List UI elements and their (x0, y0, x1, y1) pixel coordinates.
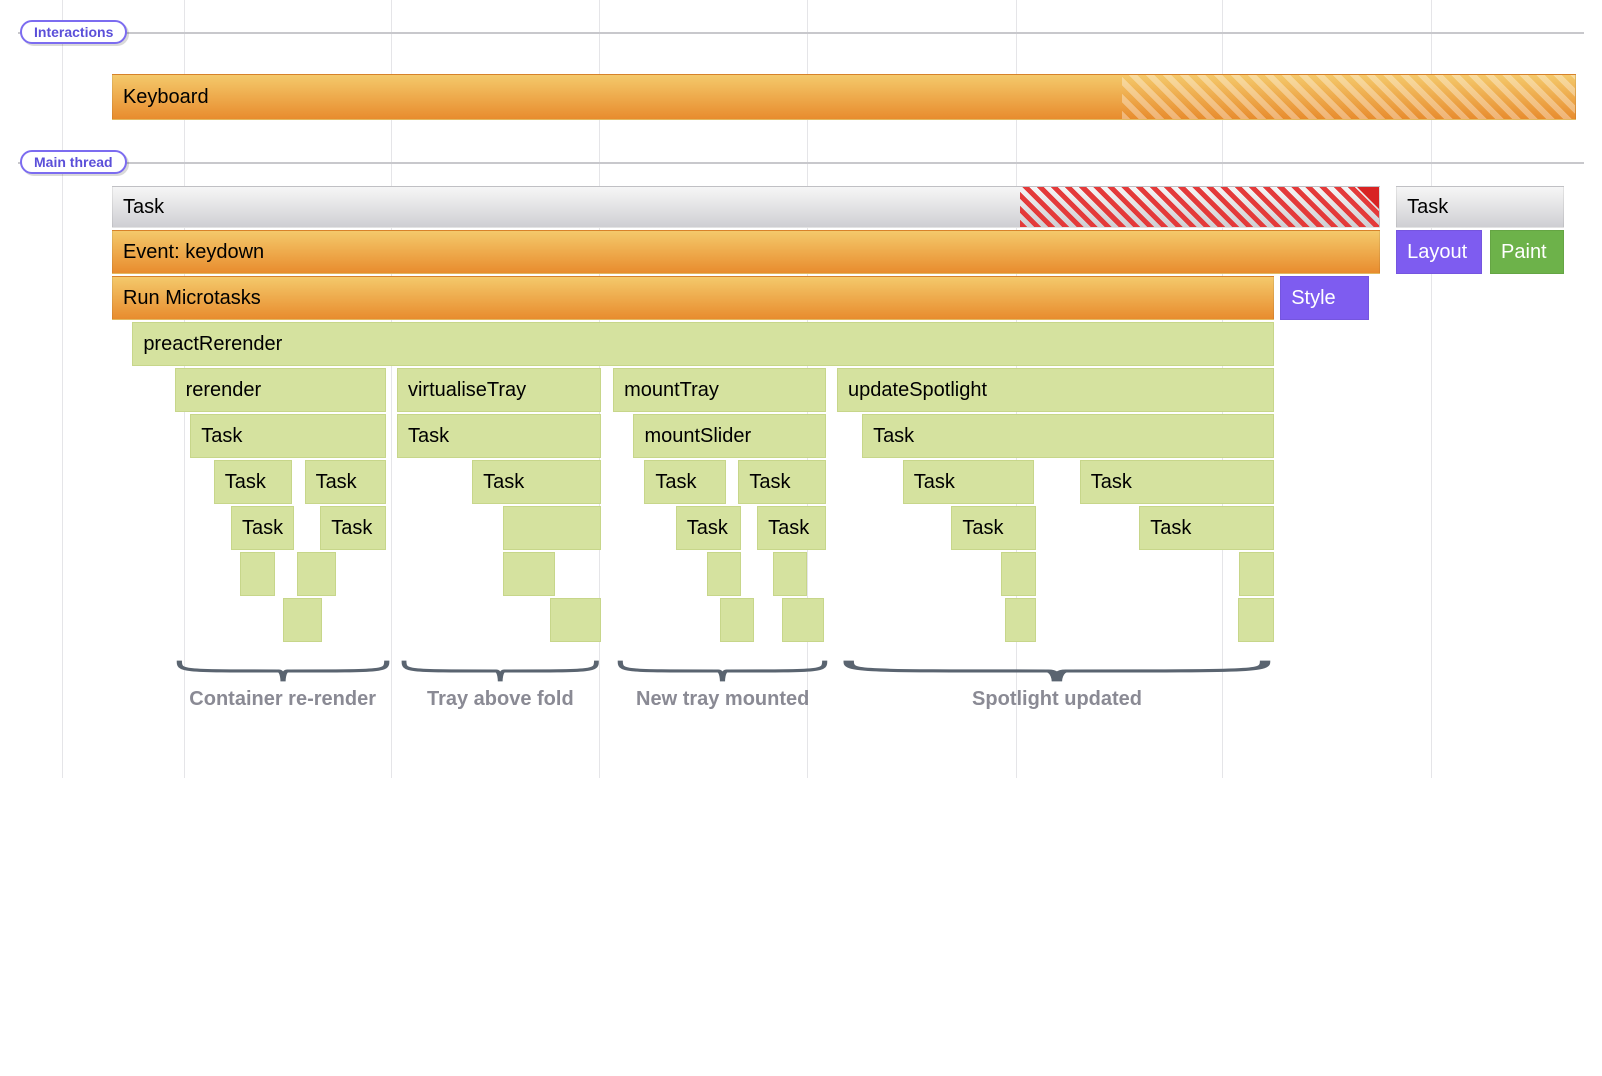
flame-bar-task-m2a[interactable]: Task (644, 460, 725, 504)
flame-bar-mount-tray[interactable]: mountTray (613, 368, 826, 412)
flame-bar-label: Task (201, 425, 242, 448)
flame-bar-label: Run Microtasks (123, 287, 261, 310)
flame-bar-blk-r4b[interactable] (297, 552, 336, 596)
flame-bar-task-m3b[interactable]: Task (757, 506, 826, 550)
flame-bar-task-v3[interactable] (503, 506, 600, 550)
flame-bar-label: Event: keydown (123, 241, 264, 264)
flame-bar-label: Task (914, 471, 955, 494)
keyboard-bar-hatched (1122, 75, 1576, 119)
flame-bar-label: preactRerender (143, 333, 282, 356)
flame-bar-label: Task (316, 471, 357, 494)
interactions-pill: Interactions (20, 20, 127, 44)
caption-container-rerender: Container re-render (189, 688, 376, 711)
flame-bar-task-m3a[interactable]: Task (676, 506, 742, 550)
flame-bar-task-r3a[interactable]: Task (231, 506, 294, 550)
flame-bar-microtasks[interactable]: Run Microtasks (112, 276, 1274, 320)
flame-bar-rerender[interactable]: rerender (175, 368, 386, 412)
flame-bar-mount-slider[interactable]: mountSlider (633, 414, 826, 458)
brace-spotlight-updated (840, 658, 1274, 689)
caption-spotlight-updated: Spotlight updated (972, 688, 1142, 711)
flame-bar-paint[interactable]: Paint (1490, 230, 1564, 274)
flame-bar-task-s3b[interactable]: Task (1139, 506, 1274, 550)
caption-new-tray-mounted: New tray mounted (636, 688, 809, 711)
flame-bar-blk-v5[interactable] (550, 598, 600, 642)
main-thread-pill: Main thread (20, 150, 127, 174)
brace-new-tray-mounted (616, 658, 829, 689)
keyboard-interaction-bar[interactable]: Keyboard (112, 74, 1576, 120)
flame-bar-label: Paint (1501, 241, 1547, 264)
main-thread-rule (18, 162, 1584, 164)
flame-bar-blk-s5a[interactable] (1005, 598, 1036, 642)
flame-bar-task-r3b[interactable]: Task (320, 506, 386, 550)
keyboard-bar-label: Keyboard (123, 86, 209, 109)
flame-bar-blk-v4[interactable] (503, 552, 555, 596)
flame-bar-label: mountSlider (644, 425, 751, 448)
flame-bar-label: Task (242, 517, 283, 540)
flame-bar-label: Task (873, 425, 914, 448)
flame-bar-task-short[interactable]: Task (1396, 186, 1564, 228)
flame-bar-blk-s5b[interactable] (1238, 598, 1274, 642)
flame-bar-task-s2a[interactable]: Task (903, 460, 1035, 504)
flame-bar-label: Task (123, 196, 164, 219)
brace-tray-above-fold (400, 658, 600, 689)
flame-bar-task-long[interactable]: Task (112, 186, 1380, 228)
flame-bar-blk-m4b[interactable] (773, 552, 807, 596)
interactions-rule (18, 32, 1584, 34)
flame-bar-task-s3a[interactable]: Task (951, 506, 1036, 550)
flame-bar-task-v1[interactable]: Task (397, 414, 601, 458)
flame-bar-layout[interactable]: Layout (1396, 230, 1482, 274)
flame-bar-label: Task (687, 517, 728, 540)
flame-bar-task-r2b[interactable]: Task (305, 460, 386, 504)
flame-bar-label: Task (1091, 471, 1132, 494)
flame-bar-task-m2b[interactable]: Task (738, 460, 826, 504)
flame-bar-blk-s4a[interactable] (1001, 552, 1035, 596)
flame-bar-blk-m5b[interactable] (782, 598, 824, 642)
flame-bar-label: mountTray (624, 379, 719, 402)
flame-bar-blk-r5[interactable] (283, 598, 322, 642)
flame-bar-blk-m4a[interactable] (707, 552, 741, 596)
flame-bar-task-s1[interactable]: Task (862, 414, 1274, 458)
danger-flag-icon (1357, 187, 1379, 209)
brace-container-rerender (175, 658, 391, 689)
flame-bar-label: Task (1407, 196, 1448, 219)
flame-bar-task-v2[interactable]: Task (472, 460, 600, 504)
flame-bar-label: Layout (1407, 241, 1467, 264)
flame-bar-label: Style (1291, 287, 1335, 310)
flame-bar-label: virtualiseTray (408, 379, 526, 402)
caption-tray-above-fold: Tray above fold (427, 688, 574, 711)
flame-bar-update-spotlight[interactable]: updateSpotlight (837, 368, 1274, 412)
flame-bar-label: Task (225, 471, 266, 494)
flame-bar-label: Task (768, 517, 809, 540)
flame-bar-task-r1[interactable]: Task (190, 414, 386, 458)
flame-bar-blk-s4b[interactable] (1239, 552, 1273, 596)
flame-bar-blk-r4a[interactable] (240, 552, 274, 596)
flame-bar-label: Task (483, 471, 524, 494)
brace-row (18, 658, 1584, 684)
flame-bar-label: Task (1150, 517, 1191, 540)
flame-bar-label: updateSpotlight (848, 379, 987, 402)
flame-bar-label: Task (655, 471, 696, 494)
flame-bar-style[interactable]: Style (1280, 276, 1369, 320)
flame-bar-virtualise-tray[interactable]: virtualiseTray (397, 368, 601, 412)
flame-bar-label: Task (749, 471, 790, 494)
flame-bar-task-s2b[interactable]: Task (1080, 460, 1274, 504)
long-task-hatch (1020, 187, 1380, 227)
flame-bar-label: Task (331, 517, 372, 540)
flame-bar-preact-rerender[interactable]: preactRerender (132, 322, 1274, 366)
flame-bar-event-keydown[interactable]: Event: keydown (112, 230, 1380, 274)
flame-bar-task-r2a[interactable]: Task (214, 460, 292, 504)
flame-bar-blk-m5a[interactable] (720, 598, 754, 642)
flame-bar-label: rerender (186, 379, 262, 402)
flame-bar-label: Task (408, 425, 449, 448)
flame-bar-label: Task (962, 517, 1003, 540)
